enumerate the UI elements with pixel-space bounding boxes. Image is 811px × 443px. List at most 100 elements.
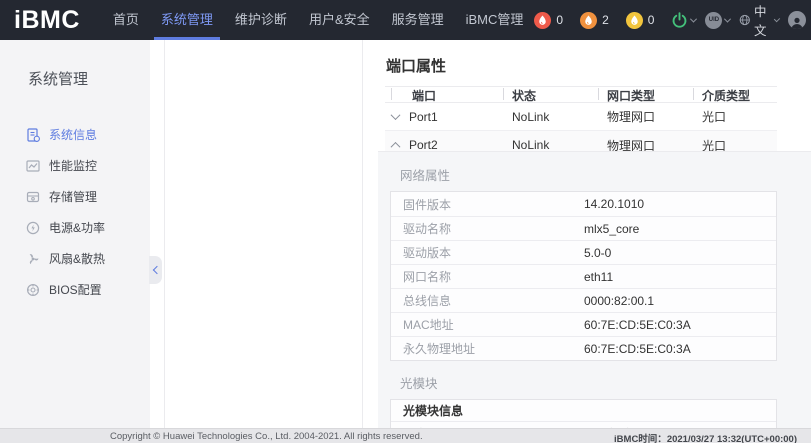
sidebar-item-label: 存储管理	[49, 188, 97, 205]
sidebar-collapse-button[interactable]	[149, 256, 162, 284]
kv-value: 0000:82:00.1	[584, 294, 776, 308]
avatar-icon	[788, 11, 806, 29]
port-media-type: 光口	[693, 108, 777, 125]
kv-value: eth11	[584, 270, 776, 284]
port-net-type: 物理网口	[598, 108, 693, 125]
nav-home[interactable]: 首页	[102, 0, 150, 40]
kv-value: 60:7E:CD:5E:C0:3A	[584, 318, 776, 332]
sidebar-item-label: 性能监控	[49, 157, 97, 174]
column-header-status: 状态	[503, 87, 598, 104]
sidebar-item-label: 风扇&散热	[49, 250, 105, 267]
ibmc-logo: iBMC	[14, 0, 80, 40]
language-selector[interactable]: 中文	[739, 1, 779, 39]
page-title: 端口属性	[386, 55, 811, 76]
power-icon	[671, 12, 688, 29]
ibmc-time-label: iBMC时间：	[614, 434, 667, 443]
table-row: 驱动名称 mlx5_core	[391, 216, 776, 240]
table-row: 驱动版本 5.0-0	[391, 240, 776, 264]
kv-value: 14.20.1010	[584, 197, 776, 211]
storage-icon	[26, 190, 40, 204]
major-alarm-count: 2	[602, 13, 609, 27]
main-nav: 首页 系统管理 维护诊断 用户&安全 服务管理 iBMC管理	[102, 0, 535, 40]
critical-alarm-count: 0	[556, 13, 563, 27]
panel-divider	[362, 40, 363, 428]
sidebar-title: 系统管理	[28, 68, 150, 89]
port-status: NoLink	[503, 110, 598, 124]
sidebar: 系统管理 系统信息 性能监控 存储管理 电源&功率 风扇&散热	[0, 40, 150, 428]
globe-icon	[739, 12, 751, 28]
sidebar-menu: 系统信息 性能监控 存储管理 电源&功率 风扇&散热 BIOS配置	[0, 119, 150, 305]
critical-alarm-icon	[534, 12, 551, 29]
kv-label: 驱动版本	[391, 244, 584, 261]
top-header: iBMC 首页 系统管理 维护诊断 用户&安全 服务管理 iBMC管理 0 2	[0, 0, 811, 40]
nav-maintenance-diagnosis[interactable]: 维护诊断	[224, 0, 298, 40]
network-properties-title: 网络属性	[400, 165, 811, 184]
major-alarm-icon	[580, 12, 597, 29]
chevron-down-icon[interactable]	[391, 110, 401, 120]
optical-module-table-header: 光模块信息	[391, 400, 776, 422]
document-icon	[26, 128, 40, 142]
column-header-media-type: 介质类型	[693, 87, 777, 104]
alarm-critical[interactable]: 0	[534, 12, 563, 29]
table-row: 永久物理地址 60:7E:CD:5E:C0:3A	[391, 336, 776, 360]
user-menu[interactable]	[788, 11, 806, 29]
chevron-down-icon	[724, 15, 731, 22]
chevron-down-icon	[774, 15, 780, 21]
port-status: NoLink	[503, 138, 598, 152]
ibmc-page: iBMC 首页 系统管理 维护诊断 用户&安全 服务管理 iBMC管理 0 2	[0, 0, 811, 443]
chevron-down-icon	[690, 15, 697, 22]
port-table-header: 端口 状态 网口类型 介质类型	[385, 86, 777, 103]
alarm-minor[interactable]: 0	[626, 12, 655, 29]
nav-system-management[interactable]: 系统管理	[150, 0, 224, 40]
port2-detail-section: 网络属性 固件版本 14.20.1010 驱动名称 mlx5_core 驱动版本…	[378, 151, 811, 428]
sidebar-item-label: BIOS配置	[49, 281, 102, 298]
port-properties-panel: 端口属性 端口 状态 网口类型 介质类型 Port1 NoLink 物理网口 光…	[378, 40, 811, 428]
table-row: 网口名称 eth11	[391, 264, 776, 288]
optical-module-title: 光模块	[400, 373, 811, 392]
chevron-left-icon	[152, 266, 160, 274]
ibmc-time-value: 2021/03/27 13:32(UTC+00:00)	[667, 434, 797, 443]
ibmc-time: iBMC时间：2021/03/27 13:32(UTC+00:00)	[614, 431, 797, 443]
network-properties-table: 固件版本 14.20.1010 驱动名称 mlx5_core 驱动版本 5.0-…	[390, 191, 777, 361]
gear-icon	[26, 283, 40, 297]
nav-service-management[interactable]: 服务管理	[381, 0, 455, 40]
power-control[interactable]	[671, 12, 696, 29]
sidebar-item-performance-monitor[interactable]: 性能监控	[0, 150, 150, 181]
kv-value: 5.0-0	[584, 246, 776, 260]
table-row: 总线信息 0000:82:00.1	[391, 288, 776, 312]
sidebar-item-bios-config[interactable]: BIOS配置	[0, 274, 150, 305]
table-row-port1[interactable]: Port1 NoLink 物理网口 光口	[385, 103, 777, 131]
uid-icon: UID	[705, 12, 722, 29]
sidebar-item-label: 电源&功率	[49, 219, 105, 236]
kv-label: MAC地址	[391, 316, 584, 333]
uid-control[interactable]: UID	[705, 12, 730, 29]
header-right-tools: 0 2 0 UID	[534, 1, 811, 39]
port-name: Port2	[409, 138, 438, 152]
nav-ibmc-management[interactable]: iBMC管理	[455, 0, 535, 40]
port-name: Port1	[409, 110, 438, 124]
port-table: 端口 状态 网口类型 介质类型 Port1 NoLink 物理网口 光口 Por…	[385, 86, 777, 159]
kv-label: 永久物理地址	[391, 340, 584, 357]
footer: Copyright © Huawei Technologies Co., Ltd…	[0, 428, 811, 443]
chevron-up-icon[interactable]	[391, 141, 401, 151]
fan-icon	[26, 252, 40, 266]
kv-label: 总线信息	[391, 292, 584, 309]
nav-user-security[interactable]: 用户&安全	[298, 0, 381, 40]
kv-value: mlx5_core	[584, 222, 776, 236]
kv-value: 60:7E:CD:5E:C0:3A	[584, 342, 776, 356]
language-label: 中文	[754, 1, 772, 39]
alarm-major[interactable]: 2	[580, 12, 609, 29]
table-row: 固件版本 14.20.1010	[391, 192, 776, 216]
column-header-net-type: 网口类型	[598, 87, 693, 104]
column-header-port: 端口	[385, 87, 503, 104]
sidebar-item-fan-cooling[interactable]: 风扇&散热	[0, 243, 150, 274]
sidebar-item-label: 系统信息	[49, 126, 97, 143]
sidebar-item-storage-management[interactable]: 存储管理	[0, 181, 150, 212]
sidebar-item-power-wattage[interactable]: 电源&功率	[0, 212, 150, 243]
power-circle-icon	[26, 221, 40, 235]
minor-alarm-count: 0	[648, 13, 655, 27]
copyright-text: Copyright © Huawei Technologies Co., Ltd…	[110, 431, 423, 442]
kv-label: 网口名称	[391, 268, 584, 285]
sidebar-item-system-info[interactable]: 系统信息	[0, 119, 150, 150]
minor-alarm-icon	[626, 12, 643, 29]
